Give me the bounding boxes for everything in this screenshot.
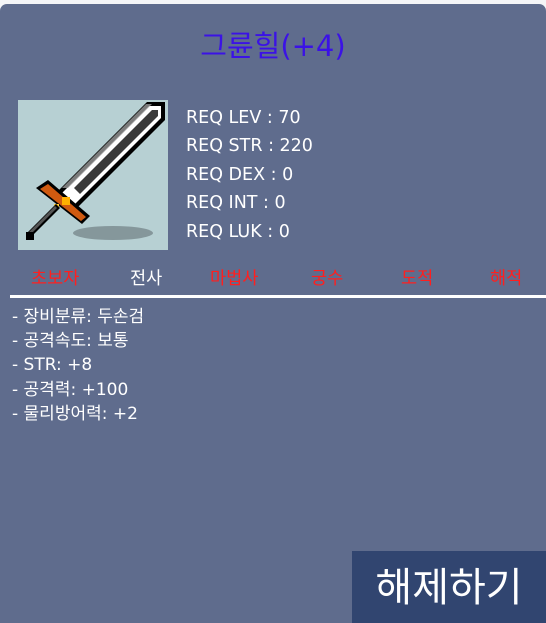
job-beginner: 초보자 <box>31 269 80 289</box>
job-magician: 마법사 <box>210 269 259 289</box>
job-warrior: 전사 <box>130 269 163 289</box>
stat-str: - STR: +8 <box>12 355 93 376</box>
req-luk: REQ LUK : 0 <box>186 221 290 242</box>
unequip-button[interactable]: 해제하기 <box>352 551 546 623</box>
stat-attack-speed: - 공격속도: 보통 <box>12 331 129 352</box>
job-pirate: 해적 <box>490 269 523 289</box>
stat-equipment-type: - 장비분류: 두손검 <box>12 307 145 327</box>
req-str: REQ STR : 220 <box>186 136 313 157</box>
item-title: 그륜힐(+4) <box>200 29 346 63</box>
item-tooltip-panel: 그륜힐(+4) REQ LEV : 70 REQ STR : 220 REQ D… <box>0 4 546 623</box>
req-level: REQ LEV : 70 <box>186 108 301 128</box>
job-bowman: 궁수 <box>311 269 344 289</box>
requirements-list: REQ LEV : 70 REQ STR : 220 REQ DEX : 0 R… <box>186 104 313 246</box>
stat-attack: - 공격력: +100 <box>12 379 129 400</box>
req-dex: REQ DEX : 0 <box>186 164 294 185</box>
req-int: REQ INT : 0 <box>186 193 286 214</box>
divider <box>10 295 546 298</box>
job-requirements: 초보자 전사 마법사 궁수 도적 해적 <box>0 265 546 293</box>
item-icon-frame <box>18 100 168 250</box>
two-handed-sword-icon <box>26 102 165 240</box>
item-stats-list: - 장비분류: 두손검 - 공격속도: 보통 - STR: +8 - 공격력: … <box>12 305 144 426</box>
stat-physical-defense: - 물리방어력: +2 <box>12 403 138 424</box>
job-thief: 도적 <box>401 269 434 289</box>
